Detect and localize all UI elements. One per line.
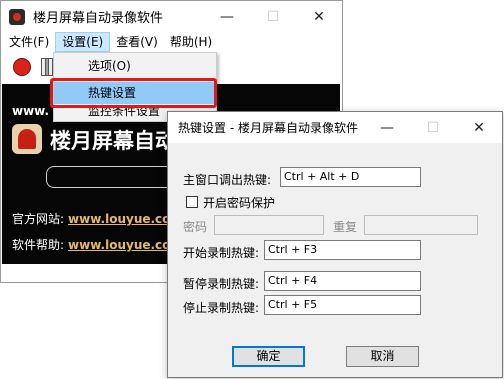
dialog-maximize-button[interactable]: ☐ — [410, 112, 456, 143]
password-checkbox-label[interactable]: 开启密码保护 — [203, 194, 275, 211]
main-title: 楼月屏幕自动录像软件 — [33, 11, 164, 26]
close-button[interactable]: ✕ — [296, 1, 342, 32]
help-site-row: 软件帮助: www.louyue.co — [12, 236, 170, 253]
ok-button[interactable]: 确定 — [232, 346, 305, 367]
password-label: 密码 — [183, 220, 208, 234]
official-site-row: 官方网站: www.louyue.co — [12, 210, 170, 227]
repeat-password-field[interactable] — [364, 215, 478, 235]
help-site-link[interactable]: www.louyue.co — [68, 238, 170, 252]
official-site-link[interactable]: www.louyue.co — [68, 212, 170, 226]
hotkey-dialog: 热键设置 - 楼月屏幕自动录像软件 — ☐ ✕ 主窗口调出热键: Ctrl + … — [167, 111, 503, 378]
repeat-label: 重复 — [333, 220, 358, 234]
main-hotkey-field[interactable]: Ctrl + Alt + D — [280, 167, 421, 187]
start-hotkey-label: 开始录制热键: — [183, 246, 260, 260]
annotation-highlight-frame — [50, 78, 217, 108]
menu-item-options[interactable]: 选项(O) — [54, 55, 216, 77]
logo-text: 楼月屏幕自动 — [50, 129, 176, 153]
pause-hotkey-field[interactable]: Ctrl + F4 — [264, 271, 421, 291]
dialog-title: 热键设置 - 楼月屏幕自动录像软件 — [178, 121, 358, 135]
pause-button[interactable] — [41, 58, 53, 76]
dialog-close-button[interactable]: ✕ — [456, 112, 502, 143]
stop-hotkey-field[interactable]: Ctrl + F5 — [264, 295, 421, 315]
menu-settings[interactable]: 设置(E) — [55, 32, 111, 52]
cancel-button[interactable]: 取消 — [346, 346, 419, 367]
pause-hotkey-label: 暂停录制热键: — [183, 277, 260, 291]
dialog-minimize-button[interactable]: — — [364, 112, 410, 143]
menu-view[interactable]: 查看(V) — [110, 32, 164, 52]
password-checkbox[interactable] — [186, 196, 198, 208]
stop-hotkey-label: 停止录制热键: — [183, 301, 260, 315]
official-site-label: 官方网站: — [12, 212, 65, 226]
menu-file[interactable]: 文件(F) — [3, 32, 55, 52]
main-hotkey-label: 主窗口调出热键: — [183, 173, 272, 187]
minimize-button[interactable]: — — [204, 1, 250, 32]
menubar: 文件(F) 设置(E) 查看(V) 帮助(H) — [1, 32, 342, 52]
main-titlebar[interactable]: 楼月屏幕自动录像软件 — ☐ ✕ — [1, 1, 342, 32]
menu-help[interactable]: 帮助(H) — [164, 32, 218, 52]
start-hotkey-field[interactable]: Ctrl + F3 — [264, 240, 421, 260]
help-site-label: 软件帮助: — [12, 238, 65, 252]
record-button[interactable] — [13, 58, 31, 76]
app-icon — [9, 8, 25, 25]
logo-icon — [12, 124, 42, 154]
maximize-button[interactable]: ☐ — [250, 1, 296, 32]
dialog-titlebar[interactable]: 热键设置 - 楼月屏幕自动录像软件 — ☐ ✕ — [168, 112, 502, 143]
password-field[interactable] — [214, 215, 324, 235]
